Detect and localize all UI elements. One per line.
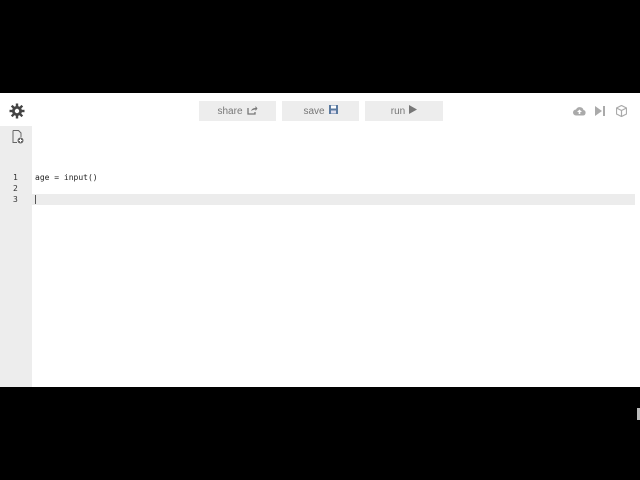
gear-icon[interactable] — [8, 102, 26, 120]
cube-icon[interactable] — [615, 104, 628, 117]
play-icon — [409, 105, 418, 117]
save-button[interactable]: save — [282, 101, 359, 121]
code-line[interactable]: age = input() — [32, 172, 635, 183]
save-icon — [328, 105, 338, 117]
line-number: 1 — [13, 173, 18, 182]
cloud-upload-icon[interactable] — [573, 104, 586, 117]
share-label: share — [217, 105, 243, 117]
line-number: 3 — [13, 195, 18, 204]
code-editor[interactable]: age = input() — [32, 126, 640, 420]
toolbar: share save run — [0, 93, 640, 126]
code-line-active[interactable] — [32, 194, 635, 205]
code-line[interactable] — [32, 183, 635, 194]
toolbar-right-icons — [573, 104, 628, 117]
new-file-icon[interactable] — [12, 130, 24, 144]
line-numbers: 1 2 3 — [0, 172, 32, 205]
code-lines: age = input() — [32, 172, 635, 205]
text-cursor — [35, 195, 36, 204]
step-forward-icon[interactable] — [594, 104, 607, 117]
code-editor-app: share save run 1 2 3 age = input() — [0, 93, 640, 420]
share-icon — [246, 105, 258, 118]
save-label: save — [303, 105, 325, 117]
share-button[interactable]: share — [199, 101, 276, 121]
run-button[interactable]: run — [365, 101, 443, 121]
line-number: 2 — [13, 184, 18, 193]
run-label: run — [390, 105, 406, 117]
line-number-gutter: 1 2 3 — [0, 126, 32, 387]
